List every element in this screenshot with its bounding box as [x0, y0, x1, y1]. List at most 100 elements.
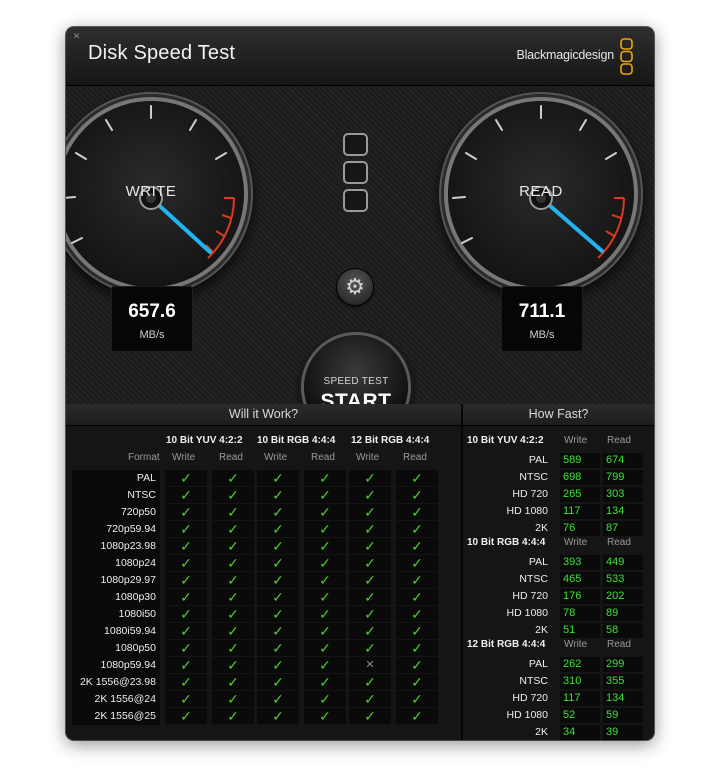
how-fast-row-label: 2K: [535, 624, 548, 636]
read-speed-value: 711.1: [518, 301, 566, 322]
check-icon: ✓: [165, 572, 207, 588]
disk-speed-test-window: ✕ Disk Speed Test Blackmagicdesign WRITE…: [66, 27, 654, 740]
column-header: Read: [311, 452, 335, 463]
check-icon: ✓: [212, 487, 254, 503]
check-icon: ✓: [304, 555, 346, 571]
check-icon: ✓: [304, 708, 346, 724]
check-icon: ✓: [212, 555, 254, 571]
check-icon: ✓: [349, 470, 391, 486]
column-header: Read: [403, 452, 427, 463]
check-icon: ✓: [396, 504, 438, 520]
check-icon: ✓: [396, 708, 438, 724]
check-icon: ✓: [257, 708, 299, 724]
check-icon: ✓: [304, 623, 346, 639]
check-icon: ✓: [212, 538, 254, 554]
format-row-label: 2K 1556@24: [72, 691, 160, 708]
write-fps-value: 34: [560, 725, 600, 740]
check-icon: ✓: [257, 538, 299, 554]
group-header: 12 Bit RGB 4:4:4: [351, 435, 430, 446]
how-fast-row-label: HD 1080: [506, 505, 548, 517]
will-it-work-title: Will it Work?: [66, 404, 461, 426]
read-label: READ: [519, 183, 563, 200]
check-icon: ✓: [396, 606, 438, 622]
check-icon: ✓: [349, 504, 391, 520]
check-icon: ✓: [349, 487, 391, 503]
brand-name: Blackmagicdesign: [516, 48, 614, 62]
read-fps-value: 134: [603, 504, 643, 519]
check-icon: ✓: [212, 521, 254, 537]
how-fast-row-label: NTSC: [519, 675, 548, 687]
check-icon: ✓: [304, 691, 346, 707]
write-column-header: Write: [564, 537, 588, 548]
write-gauge: WRITE 657.6 MB/s: [66, 86, 304, 352]
check-icon: ✓: [349, 538, 391, 554]
check-icon: ✓: [257, 657, 299, 673]
panel-divider: [461, 404, 463, 740]
check-icon: ✓: [257, 487, 299, 503]
check-icon: ✓: [212, 640, 254, 656]
check-icon: ✓: [165, 708, 207, 724]
format-row-label: 1080i50: [72, 606, 160, 623]
check-icon: ✓: [165, 538, 207, 554]
read-fps-value: 202: [603, 589, 643, 604]
blackmagic-center-logo-icon: [343, 133, 369, 217]
check-icon: ✓: [165, 589, 207, 605]
format-row-label: 720p50: [72, 504, 160, 521]
read-fps-value: 87: [603, 521, 643, 536]
check-icon: ✓: [349, 708, 391, 724]
check-icon: ✓: [396, 538, 438, 554]
read-column-header: Read: [607, 639, 631, 650]
cross-icon: ✕: [349, 657, 391, 673]
write-fps-value: 52: [560, 708, 600, 723]
how-fast-row-label: 2K: [535, 522, 548, 534]
check-icon: ✓: [257, 691, 299, 707]
check-icon: ✓: [349, 555, 391, 571]
read-gauge: READ 711.1 MB/s: [448, 86, 654, 352]
check-icon: ✓: [165, 606, 207, 622]
write-fps-value: 698: [560, 470, 600, 485]
start-button-top-label: SPEED TEST: [323, 376, 389, 387]
write-label: WRITE: [125, 183, 177, 200]
check-icon: ✓: [304, 606, 346, 622]
column-header: Write: [264, 452, 288, 463]
format-row-label: 1080p24: [72, 555, 160, 572]
check-icon: ✓: [257, 606, 299, 622]
check-icon: ✓: [165, 470, 207, 486]
check-icon: ✓: [396, 521, 438, 537]
check-icon: ✓: [349, 521, 391, 537]
results-area: Will it Work? How Fast? 10 Bit YUV 4:2:2…: [66, 404, 654, 740]
check-icon: ✓: [212, 691, 254, 707]
check-icon: ✓: [304, 487, 346, 503]
read-fps-value: 89: [603, 606, 643, 621]
check-icon: ✓: [165, 504, 207, 520]
check-icon: ✓: [165, 555, 207, 571]
format-row-label: 1080p50: [72, 640, 160, 657]
how-fast-group-header: 10 Bit YUV 4:2:2: [467, 435, 544, 446]
close-icon[interactable]: ✕: [72, 32, 81, 41]
check-icon: ✓: [165, 521, 207, 537]
check-icon: ✓: [257, 674, 299, 690]
how-fast-row-label: PAL: [528, 556, 548, 568]
check-icon: ✓: [349, 572, 391, 588]
format-row-label: NTSC: [72, 487, 160, 504]
check-icon: ✓: [257, 470, 299, 486]
check-icon: ✓: [396, 691, 438, 707]
format-header: Format: [128, 452, 160, 463]
read-speed-unit: MB/s: [529, 329, 555, 341]
check-icon: ✓: [349, 640, 391, 656]
read-fps-value: 303: [603, 487, 643, 502]
check-icon: ✓: [212, 504, 254, 520]
write-value-box: 657.6 MB/s: [111, 286, 193, 352]
gauge-area: WRITE 657.6 MB/s READ 711.1 MB/s ⚙ SPEED…: [66, 86, 654, 439]
check-icon: ✓: [396, 589, 438, 605]
write-fps-value: 589: [560, 453, 600, 468]
read-fps-value: 39: [603, 725, 643, 740]
write-fps-value: 117: [560, 691, 600, 706]
write-speed-unit: MB/s: [139, 329, 165, 341]
gear-icon[interactable]: ⚙: [337, 269, 373, 305]
column-header: Read: [219, 452, 243, 463]
check-icon: ✓: [396, 555, 438, 571]
format-row-label: 720p59.94: [72, 521, 160, 538]
check-icon: ✓: [212, 623, 254, 639]
write-speed-value: 657.6: [128, 301, 176, 322]
